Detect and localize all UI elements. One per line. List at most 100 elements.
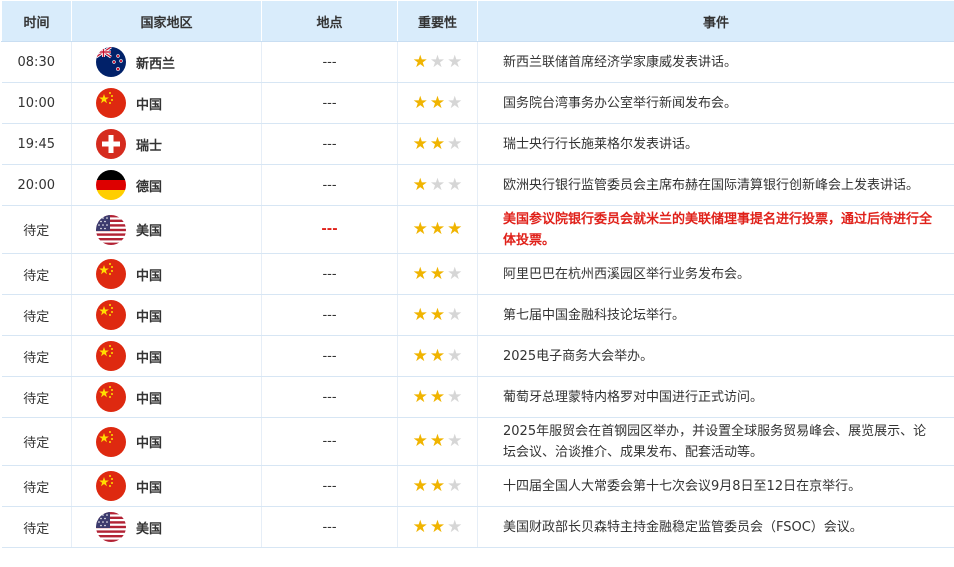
time-cell: 待定 <box>1 253 72 295</box>
star-empty-icon: ★ <box>447 386 463 407</box>
star-filled-icon: ★ <box>412 133 428 154</box>
location-cell: --- <box>261 376 398 418</box>
country-name: 美国 <box>136 521 163 537</box>
china-flag-icon <box>96 341 126 371</box>
star-filled-icon: ★ <box>429 516 446 537</box>
star-empty-icon: ★ <box>447 51 463 72</box>
importance-cell: ★ ★ ★ <box>397 294 478 336</box>
region-cell: 中国 <box>71 82 262 124</box>
china-flag-icon <box>96 88 126 118</box>
china-flag-icon <box>96 300 126 330</box>
event-cell: 新西兰联储首席经济学家康威发表讲话。 <box>477 41 954 83</box>
location-cell: --- <box>261 506 398 548</box>
table-body: 08:30 新西兰 --- ★ ★ ★ 新西兰联储首席经济学家康威发表讲话。 10:… <box>1 41 954 548</box>
region-cell: 美国 <box>71 506 262 548</box>
star-filled-icon: ★ <box>412 174 428 195</box>
china-flag-icon <box>96 471 126 501</box>
importance-stars: ★ ★ ★ <box>413 345 463 366</box>
table-row: 待定 中国 --- ★ ★ ★ 2025年服贸会在首钢园区举办，并设置全球服务贸易峰… <box>1 417 954 466</box>
time-cell: 待定 <box>1 506 72 548</box>
event-cell: 葡萄牙总理蒙特内格罗对中国进行正式访问。 <box>477 376 954 418</box>
event-cell: 欧洲央行银行监管委员会主席布赫在国际清算银行创新峰会上发表讲话。 <box>477 164 954 206</box>
location-cell: --- <box>261 41 398 83</box>
event-cell: 美国参议院银行委员会就米兰的美联储理事提名进行投票，通过后待进行全体投票。 <box>477 205 954 254</box>
time-cell: 待定 <box>1 465 72 507</box>
region-cell: 中国 <box>71 417 262 466</box>
star-empty-icon: ★ <box>447 92 463 113</box>
table-row: 待定 美国 --- ★ ★ ★ 美国参议院银行委员会就米兰的美联储理事提名进行投票，… <box>1 205 954 254</box>
star-filled-icon: ★ <box>412 475 428 496</box>
star-filled-icon: ★ <box>412 431 428 451</box>
star-filled-icon: ★ <box>412 263 428 284</box>
table-row: 待定 中国 --- ★ ★ ★ 葡萄牙总理蒙特内格罗对中国进行正式访问。 <box>1 376 954 418</box>
star-empty-icon: ★ <box>447 516 463 537</box>
star-empty-icon: ★ <box>447 345 463 366</box>
star-empty-icon: ★ <box>429 51 446 72</box>
china-flag-icon <box>96 426 126 457</box>
importance-cell: ★ ★ ★ <box>397 253 478 295</box>
star-empty-icon: ★ <box>447 263 463 284</box>
event-cell: 十四届全国人大常委会第十七次会议9月8日至12日在京举行。 <box>477 465 954 507</box>
region-cell: 瑞士 <box>71 123 262 165</box>
country-name: 中国 <box>136 350 163 366</box>
table-row: 10:00 中国 --- ★ ★ ★ 国务院台湾事务办公室举行新闻发布会。 <box>1 82 954 124</box>
time-cell: 08:30 <box>1 41 72 83</box>
importance-cell: ★ ★ ★ <box>397 164 478 206</box>
importance-cell: ★ ★ ★ <box>397 465 478 507</box>
country-name: 中国 <box>136 391 163 407</box>
importance-cell: ★ ★ ★ <box>397 41 478 83</box>
country-name: 新西兰 <box>136 56 176 72</box>
importance-stars: ★ ★ ★ <box>412 133 463 154</box>
star-empty-icon: ★ <box>447 174 463 195</box>
time-cell: 待定 <box>1 205 72 254</box>
country-name: 瑞士 <box>136 138 163 154</box>
table-row: 待定 美国 --- ★ ★ ★ 美国财政部长贝森特主持金融稳定监管委员会（FSOC）… <box>1 506 954 548</box>
event-cell: 阿里巴巴在杭州西溪园区举行业务发布会。 <box>477 253 954 295</box>
location-cell: --- <box>261 164 398 206</box>
country-name: 德国 <box>136 179 163 195</box>
usa-flag-icon <box>96 214 126 245</box>
event-cell: 美国财政部长贝森特主持金融稳定监管委员会（FSOC）会议。 <box>477 506 954 548</box>
star-filled-icon: ★ <box>429 92 446 113</box>
table-row: 待定 中国 --- ★ ★ ★ 阿里巴巴在杭州西溪园区举行业务发布会。 <box>1 253 954 295</box>
country-name: 中国 <box>136 436 163 451</box>
event-cell: 2025年服贸会在首钢园区举办，并设置全球服务贸易峰会、展览展示、论坛会议、洽谈… <box>477 417 954 466</box>
header-time: 时间 <box>1 0 72 42</box>
location-cell: --- <box>261 123 398 165</box>
time-cell: 待定 <box>1 335 72 377</box>
location-cell: --- <box>261 205 398 254</box>
country-name: 美国 <box>136 224 163 239</box>
importance-cell: ★ ★ ★ <box>397 376 478 418</box>
star-filled-icon: ★ <box>447 219 463 239</box>
star-filled-icon: ★ <box>429 386 446 407</box>
star-filled-icon: ★ <box>412 219 428 239</box>
germany-flag-icon <box>96 170 126 200</box>
time-cell: 待定 <box>1 376 72 418</box>
time-cell: 待定 <box>1 294 72 336</box>
event-cell: 国务院台湾事务办公室举行新闻发布会。 <box>477 82 954 124</box>
importance-stars: ★ ★ ★ <box>413 433 463 450</box>
location-cell: --- <box>261 82 398 124</box>
table-row: 08:30 新西兰 --- ★ ★ ★ 新西兰联储首席经济学家康威发表讲话。 <box>1 41 954 83</box>
star-filled-icon: ★ <box>412 516 428 537</box>
star-filled-icon: ★ <box>429 431 446 451</box>
table-row: 待定 中国 --- ★ ★ ★ 十四届全国人大常委会第十七次会议9月8日至12日在京… <box>1 465 954 507</box>
china-flag-icon <box>96 382 126 412</box>
country-name: 中国 <box>136 309 163 325</box>
importance-cell: ★ ★ ★ <box>397 82 478 124</box>
time-cell: 19:45 <box>1 123 72 165</box>
importance-cell: ★ ★ ★ <box>397 417 478 466</box>
header-event: 事件 <box>477 0 954 42</box>
header-location: 地点 <box>261 0 398 42</box>
region-cell: 美国 <box>71 205 262 254</box>
importance-stars: ★ ★ ★ <box>412 475 463 496</box>
china-flag-icon <box>96 259 126 289</box>
region-cell: 德国 <box>71 164 262 206</box>
usa-flag-icon <box>96 512 126 542</box>
country-name: 中国 <box>136 480 163 496</box>
time-cell: 20:00 <box>1 164 72 206</box>
new-zealand-flag-icon <box>96 47 126 77</box>
country-name: 中国 <box>136 97 163 113</box>
importance-stars: ★ ★ ★ <box>413 221 463 238</box>
region-cell: 中国 <box>71 294 262 336</box>
